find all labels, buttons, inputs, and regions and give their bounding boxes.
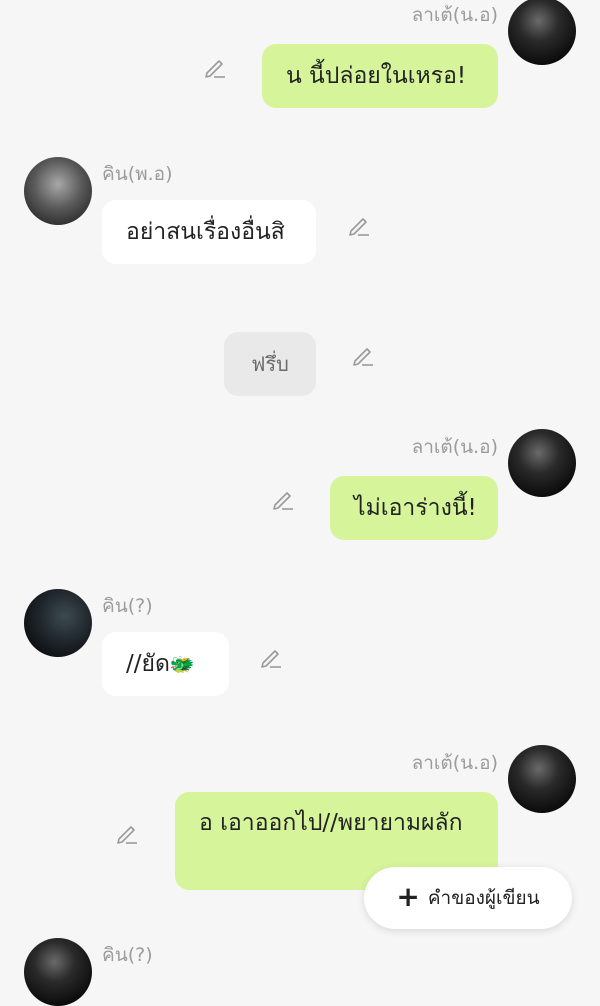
- pencil-icon[interactable]: [270, 486, 296, 512]
- avatar[interactable]: [508, 0, 576, 65]
- message-text: ฟรึ่บ: [251, 352, 289, 376]
- message-text: อย่าสนเรื่องอื่นสิ: [126, 219, 285, 245]
- avatar[interactable]: [508, 429, 576, 497]
- chat-bubble[interactable]: //ยัด 🐲: [102, 632, 229, 696]
- pencil-icon[interactable]: [346, 212, 372, 238]
- sender-name: ลาเต้(น.อ): [411, 752, 498, 774]
- avatar[interactable]: [24, 157, 92, 225]
- pencil-icon[interactable]: [114, 820, 140, 846]
- author-note-label: คำของผู้เขียน: [427, 887, 540, 909]
- message-text: อ เอาออกไป//พยายามผลัก: [199, 810, 463, 836]
- avatar[interactable]: [24, 938, 92, 1006]
- message-text: น นี้ปล่อยในเหรอ!: [286, 63, 467, 89]
- sender-name: คิน(?): [102, 944, 153, 966]
- chat-bubble[interactable]: อย่าสนเรื่องอื่นสิ: [102, 200, 316, 264]
- sender-name: ลาเต้(น.อ): [411, 436, 498, 458]
- message-text: //ยัด: [126, 651, 170, 677]
- avatar[interactable]: [508, 745, 576, 813]
- chat-bubble[interactable]: ไม่เอาร่างนี้!: [330, 476, 498, 540]
- sender-name: ลาเต้(น.อ): [411, 4, 498, 26]
- sender-name: คิน(พ.อ): [102, 163, 173, 185]
- sender-name: คิน(?): [102, 595, 153, 617]
- pencil-icon[interactable]: [258, 644, 284, 670]
- dragon-emoji: 🐲: [169, 652, 195, 676]
- plus-icon: +: [396, 880, 420, 913]
- avatar[interactable]: [24, 589, 92, 657]
- chat-bubble[interactable]: น นี้ปล่อยในเหรอ!: [262, 44, 498, 108]
- pencil-icon[interactable]: [350, 342, 376, 368]
- narration-bubble[interactable]: ฟรึ่บ: [224, 332, 316, 396]
- author-note-button[interactable]: + คำของผู้เขียน: [364, 867, 572, 929]
- pencil-icon[interactable]: [202, 54, 228, 80]
- message-text: ไม่เอาร่างนี้!: [354, 495, 477, 521]
